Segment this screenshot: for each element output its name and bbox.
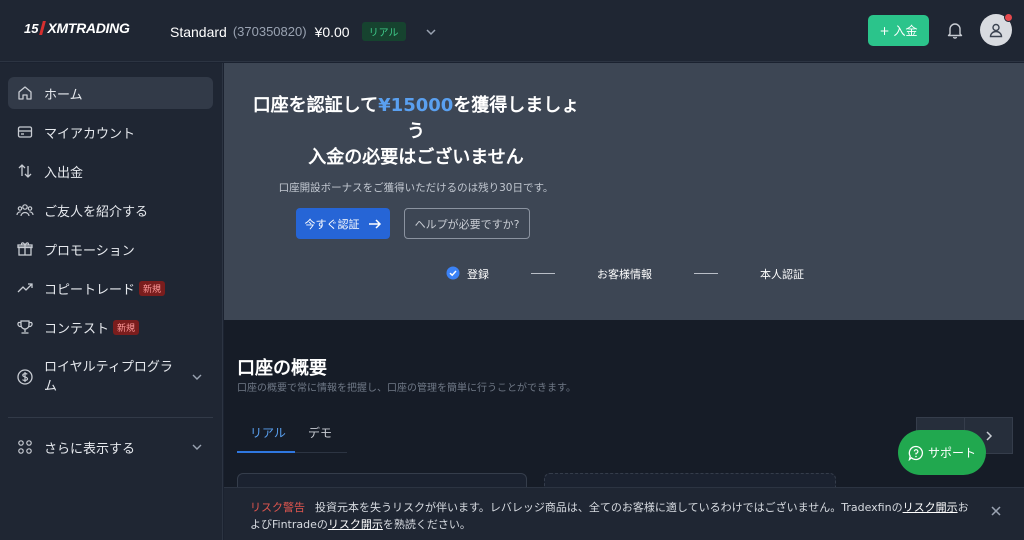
transfer-icon — [18, 164, 32, 178]
deposit-button[interactable]: + 入金 — [868, 15, 929, 46]
help-bubble-icon — [908, 445, 924, 461]
chevron-down-icon[interactable] — [424, 25, 438, 39]
verification-banner: 口座を認証して¥15000を獲得しましょ う 入金の必要はございません 口座開設… — [224, 63, 1024, 320]
active-tab-indicator — [237, 451, 295, 453]
tab-real[interactable]: リアル — [250, 424, 286, 441]
new-badge: 新規 — [113, 319, 140, 335]
sidebar-item-label: コピートレード — [44, 282, 136, 298]
dollar-icon — [17, 369, 33, 385]
banner-title-prefix: 口座を認証して — [252, 95, 379, 116]
grid-icon — [18, 440, 32, 454]
tab-divider — [295, 452, 347, 453]
logo-text: XMTRADING — [47, 20, 130, 36]
check-circle-icon — [446, 266, 460, 280]
overview-title: 口座の概要 — [237, 358, 327, 379]
risk-disclosure-link-tradexfin[interactable]: リスク開示 — [903, 501, 958, 514]
sidebar-item-label-line1: ロイヤルティプログラ — [44, 360, 173, 375]
chevron-right-icon — [986, 431, 993, 441]
risk-disclosure-link-fintrade[interactable]: リスク開示 — [328, 518, 383, 531]
sidebar-item-label: コンテスト — [44, 321, 110, 337]
top-bar: 15 XMTRADING Standard (370350820) ¥0.00 … — [0, 0, 1024, 62]
risk-warning-text: リスク警告 投資元本を失うリスクが伴います。レバレッジ商品は、全てのお客様に適して… — [250, 499, 990, 533]
banner-title-line2: う — [407, 121, 425, 142]
risk-text-part1: 投資元本を失うリスクが伴います。レバレッジ商品は、全てのお客様に適しているわけで… — [315, 501, 903, 514]
risk-warning-bar: リスク警告 投資元本を失うリスクが伴います。レバレッジ商品は、全てのお客様に適して… — [224, 487, 1024, 540]
avatar[interactable] — [980, 13, 1013, 46]
chevron-down-icon[interactable] — [191, 441, 203, 453]
sidebar-item-home[interactable]: ホーム — [8, 77, 213, 109]
sidebar-item-my-account[interactable]: マイアカウント — [8, 116, 213, 148]
step-connector — [694, 273, 718, 274]
account-type: Standard — [170, 23, 227, 40]
step-register: 登録 — [467, 268, 489, 281]
help-button[interactable]: ヘルプが必要ですか? — [404, 208, 530, 239]
plus-icon: + — [879, 23, 890, 38]
trophy-icon — [17, 320, 33, 334]
sidebar-item-promotion[interactable]: プロモーション — [8, 233, 213, 265]
verification-steps: 登録 お客様情報 本人認証 — [224, 263, 1024, 283]
overview-subtitle: 口座の概要で常に情報を把握し、口座の管理を簡単に行うことができます。 — [237, 383, 576, 394]
banner-subtitle: 口座開設ボーナスをご獲得いただけるのは残り30日です。 — [278, 182, 554, 194]
verify-now-button[interactable]: 今すぐ認証 — [296, 208, 390, 239]
xm-logo[interactable]: 15 XMTRADING — [24, 20, 130, 36]
bell-icon[interactable] — [945, 20, 965, 40]
gift-icon — [17, 242, 33, 256]
banner-bonus-amount: ¥15000 — [378, 95, 454, 116]
tab-demo[interactable]: デモ — [308, 424, 332, 441]
close-icon[interactable] — [990, 505, 1002, 517]
risk-text-part2: お — [957, 501, 969, 514]
chevron-down-icon[interactable] — [191, 371, 203, 383]
sidebar-item-deposit-withdraw[interactable]: 入出金 — [8, 155, 213, 187]
sidebar-item-label-line2: ム — [44, 379, 58, 394]
sidebar-item-label: マイアカウント — [44, 126, 136, 142]
account-id: (370350820) — [232, 24, 307, 39]
sidebar-item-refer-friends[interactable]: ご友人を紹介する — [8, 194, 213, 226]
arrow-right-icon — [368, 218, 381, 229]
trend-icon — [17, 283, 33, 293]
wallet-icon — [17, 126, 33, 138]
sidebar-item-label: ホーム — [44, 87, 83, 103]
logo-anniversary-number: 15 — [24, 20, 39, 36]
sidebar-item-show-more[interactable]: さらに表示する — [8, 431, 213, 463]
support-button[interactable]: サポート — [898, 430, 986, 475]
sidebar-item-contest[interactable]: コンテスト 新規 — [8, 311, 213, 343]
risk-text-part3: よびFintradeの — [250, 518, 328, 531]
sidebar: ホーム マイアカウント 入出金 ご友人を紹介する プロモーション コピートレード… — [0, 63, 223, 540]
risk-text-part4: を熟読ください。 — [382, 518, 471, 531]
sidebar-item-label: ロイヤルティプログラ ム — [44, 358, 173, 396]
sidebar-item-label: プロモーション — [44, 243, 135, 259]
sidebar-item-copy-trade[interactable]: コピートレード 新規 — [8, 272, 213, 304]
account-selector[interactable]: Standard (370350820) ¥0.00 リアル — [170, 22, 438, 41]
banner-title-line3: 入金の必要はございません — [308, 147, 524, 168]
step-customer-info: お客様情報 — [597, 268, 652, 281]
sidebar-item-loyalty-program[interactable]: ロイヤルティプログラ ム — [8, 355, 213, 399]
account-balance: ¥0.00 — [314, 23, 350, 40]
account-real-badge: リアル — [361, 22, 406, 41]
step-identity-verification: 本人認証 — [760, 268, 804, 281]
banner-title-suffix: を獲得しましょ — [453, 95, 580, 116]
risk-warning-label: リスク警告 — [250, 501, 305, 514]
sidebar-item-label: さらに表示する — [44, 441, 136, 457]
support-label: サポート — [927, 446, 976, 460]
new-badge: 新規 — [139, 280, 166, 296]
sidebar-item-label: 入出金 — [44, 165, 84, 181]
deposit-label: 入金 — [893, 24, 918, 38]
banner-title: 口座を認証して¥15000を獲得しましょ う 入金の必要はございません — [240, 93, 592, 171]
verify-now-label: 今すぐ認証 — [304, 217, 360, 231]
user-icon — [989, 23, 1003, 38]
notification-dot — [1004, 13, 1013, 22]
home-icon — [18, 86, 32, 100]
people-icon — [16, 204, 34, 217]
sidebar-divider — [8, 417, 213, 418]
logo-slash — [39, 21, 47, 35]
step-connector — [531, 273, 555, 274]
sidebar-item-label: ご友人を紹介する — [44, 204, 149, 220]
